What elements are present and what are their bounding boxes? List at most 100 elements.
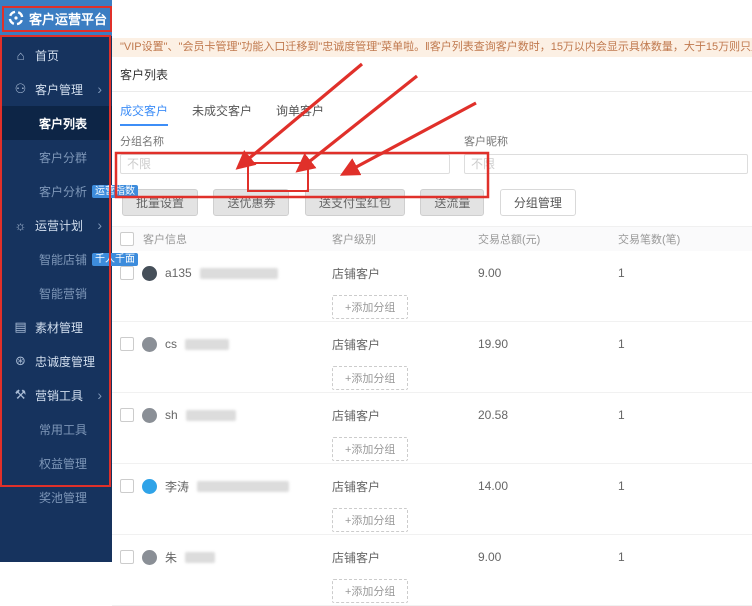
page-title: 客户列表 <box>112 57 752 92</box>
sidebar-item[interactable]: 智能店铺 千人千面 › <box>0 242 112 276</box>
sidebar-item[interactable]: ⌂ 首页 › <box>0 38 112 72</box>
sidebar-item[interactable]: ☼ 运营计划 › <box>0 208 112 242</box>
sidebar-item-label: 客户分群 <box>39 149 87 166</box>
sidebar-item-label: 常用工具 <box>39 421 87 438</box>
add-to-group-button[interactable]: +添加分组 <box>332 366 408 390</box>
toolbar: 批量设置 送优惠券 送支付宝红包 送流量 分组管理 <box>112 174 752 226</box>
send-coupon-button[interactable]: 送优惠券 <box>213 189 289 216</box>
customer-nickname-input[interactable] <box>464 154 748 174</box>
sidebar-item[interactable]: 权益管理 › <box>0 446 112 480</box>
total-amount: 9.00 <box>478 251 618 295</box>
add-to-group-button[interactable]: +添加分组 <box>332 508 408 532</box>
column-customer-level: 客户级别 <box>332 231 478 247</box>
customer-level: 店铺客户 <box>332 464 478 508</box>
send-alipay-redpacket-button[interactable]: 送支付宝红包 <box>305 189 405 216</box>
row-checkbox[interactable] <box>120 479 134 493</box>
notice-bar: "VIP设置"、"会员卡管理"功能入口迁移到"忠诚度管理"菜单啦。‖客户列表查询… <box>112 38 752 57</box>
sidebar: 客户运营平台 ⌂ 首页 › ⚇ 客户管理 › 客户列表 › <box>0 0 112 562</box>
group-management-button[interactable]: 分组管理 <box>500 189 576 216</box>
chevron-right-icon: › <box>97 218 102 232</box>
total-amount: 19.90 <box>478 322 618 366</box>
transaction-count: 1 <box>618 251 752 295</box>
redacted-name-blur <box>185 339 229 350</box>
sidebar-item[interactable]: ⊛ 忠诚度管理 › <box>0 344 112 378</box>
transaction-count: 1 <box>618 322 752 366</box>
table-header: 客户信息 客户级别 交易总额(元) 交易笔数(笔) <box>112 226 752 251</box>
loyalty-icon: ⊛ <box>13 353 28 369</box>
tab[interactable]: 询单客户 <box>276 102 324 126</box>
table-row: a135 店铺客户 9.00 1 +添加分组 <box>112 251 752 322</box>
group-name-label: 分组名称 <box>120 133 450 149</box>
app-logo[interactable]: 客户运营平台 <box>0 0 112 36</box>
tools-icon: ⚒ <box>13 387 28 403</box>
sidebar-item[interactable]: 客户列表 › <box>0 106 112 140</box>
sidebar-item[interactable]: 智能营销 › <box>0 276 112 310</box>
column-customer-info: 客户信息 <box>143 231 187 247</box>
app-title: 客户运营平台 <box>29 9 107 28</box>
material-icon: ▤ <box>13 319 28 335</box>
customer-level: 店铺客户 <box>332 251 478 295</box>
sidebar-item-label: 权益管理 <box>39 455 87 472</box>
customer-name: 朱 <box>165 549 177 566</box>
sidebar-item[interactable]: ⚒ 营销工具 › <box>0 378 112 412</box>
customer-name: sh <box>165 408 178 422</box>
column-total-amount: 交易总额(元) <box>478 231 618 247</box>
send-traffic-button[interactable]: 送流量 <box>420 189 484 216</box>
transaction-count: 1 <box>618 535 752 579</box>
sidebar-item[interactable]: 奖池管理 › <box>0 480 112 514</box>
avatar <box>142 337 157 352</box>
sidebar-item-label: 营销工具 <box>35 387 83 404</box>
column-transaction-count: 交易笔数(笔) <box>618 231 752 247</box>
table-row: cs 店铺客户 19.90 1 +添加分组 <box>112 322 752 393</box>
customer-level: 店铺客户 <box>332 535 478 579</box>
sidebar-item-label: 首页 <box>35 47 59 64</box>
redacted-name-blur <box>197 481 289 492</box>
tab[interactable]: 未成交客户 <box>192 102 252 126</box>
avatar <box>142 550 157 565</box>
plan-icon: ☼ <box>13 218 28 233</box>
total-amount: 20.58 <box>478 393 618 437</box>
total-amount: 9.00 <box>478 535 618 579</box>
group-name-input[interactable] <box>120 154 450 174</box>
transaction-count: 1 <box>618 393 752 437</box>
table-row: 李涛 店铺客户 14.00 1 +添加分组 <box>112 464 752 535</box>
sidebar-item[interactable]: 客户分群 › <box>0 140 112 174</box>
tab[interactable]: 成交客户 <box>120 102 168 126</box>
avatar <box>142 266 157 281</box>
sidebar-item[interactable]: ▤ 素材管理 › <box>0 310 112 344</box>
sidebar-item-label: 客户分析 <box>39 183 87 200</box>
row-checkbox[interactable] <box>120 408 134 422</box>
add-to-group-button[interactable]: +添加分组 <box>332 579 408 603</box>
table-row: 朱 店铺客户 9.00 1 +添加分组 <box>112 535 752 606</box>
sidebar-item[interactable]: ⚇ 客户管理 › <box>0 72 112 106</box>
customer-name: a135 <box>165 266 192 280</box>
customer-name: 李涛 <box>165 478 189 495</box>
select-all-checkbox[interactable] <box>120 232 134 246</box>
customer-tabs: 成交客户 未成交客户 询单客户 <box>112 92 752 126</box>
table-row: sh 店铺客户 20.58 1 +添加分组 <box>112 393 752 464</box>
sidebar-item-label: 智能营销 <box>39 285 87 302</box>
chevron-right-icon: › <box>97 82 102 96</box>
sidebar-item-label: 智能店铺 <box>39 251 87 268</box>
sidebar-item-badge: 千人千面 <box>92 253 138 266</box>
redacted-name-blur <box>186 410 236 421</box>
customer-nickname-label: 客户昵称 <box>464 133 748 149</box>
table-body: a135 店铺客户 9.00 1 +添加分组 cs 店铺客户 1 <box>112 251 752 606</box>
add-to-group-button[interactable]: +添加分组 <box>332 295 408 319</box>
customer-name: cs <box>165 337 177 351</box>
sidebar-item[interactable]: 常用工具 › <box>0 412 112 446</box>
row-checkbox[interactable] <box>120 337 134 351</box>
sidebar-item-label: 客户管理 <box>35 81 83 98</box>
home-icon: ⌂ <box>13 48 28 63</box>
sidebar-item[interactable]: 客户分析 运营指数 › <box>0 174 112 208</box>
sidebar-item-badge: 运营指数 <box>92 185 138 198</box>
total-amount: 14.00 <box>478 464 618 508</box>
redacted-name-blur <box>185 552 215 563</box>
users-icon: ⚇ <box>13 81 28 97</box>
add-to-group-button[interactable]: +添加分组 <box>332 437 408 461</box>
row-checkbox[interactable] <box>120 266 134 280</box>
customer-level: 店铺客户 <box>332 393 478 437</box>
sidebar-item-label: 客户列表 <box>39 115 87 132</box>
sidebar-menu: ⌂ 首页 › ⚇ 客户管理 › 客户列表 › 客户分群 <box>0 36 112 514</box>
sidebar-item-label: 运营计划 <box>35 217 83 234</box>
